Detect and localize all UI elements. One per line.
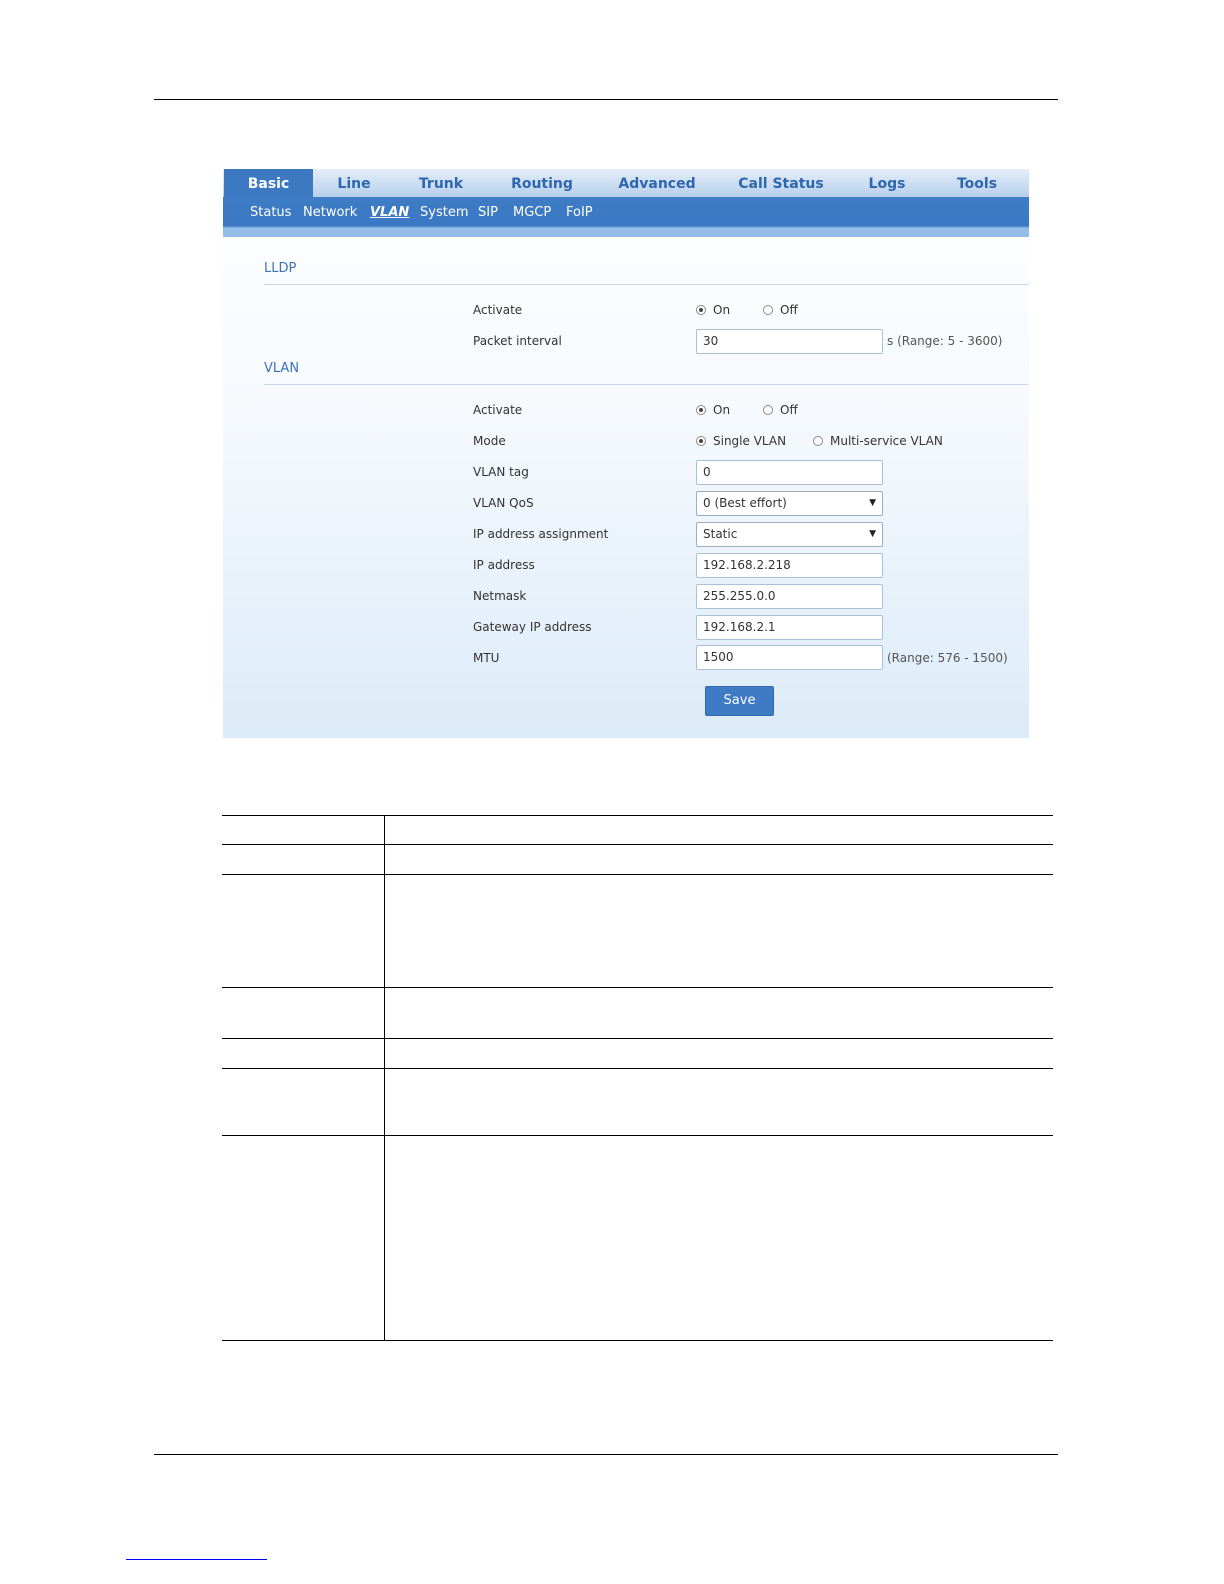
main-tab-bar: Basic Line Trunk Routing Advanced Call S…: [223, 169, 1029, 197]
table-rule: [222, 844, 1053, 845]
subtab-foip[interactable]: FoIP: [566, 205, 593, 220]
dropdown-arrow-icon: ▼: [869, 529, 876, 539]
tab-advanced[interactable]: Advanced: [611, 169, 703, 197]
vlan-activate-off-radio[interactable]: Off: [763, 403, 798, 417]
radio-unchecked-icon: [813, 436, 823, 446]
radio-checked-icon: [696, 405, 706, 415]
vlan-activate-label: Activate: [473, 403, 523, 417]
vlan-qos-select[interactable]: 0 (Best effort) ▼: [696, 491, 883, 516]
ip-assignment-select[interactable]: Static ▼: [696, 522, 883, 547]
radio-unchecked-icon: [763, 305, 773, 315]
page-header-rule: [154, 99, 1058, 100]
lldp-activate-off-radio[interactable]: Off: [763, 303, 798, 317]
tab-routing[interactable]: Routing: [501, 169, 583, 197]
subtab-status[interactable]: Status: [250, 205, 291, 220]
packet-interval-input[interactable]: 30: [696, 329, 883, 354]
lldp-activate-label: Activate: [473, 303, 523, 317]
save-button[interactable]: Save: [705, 686, 774, 716]
lldp-section-divider: [264, 284, 1029, 285]
vlan-settings-screenshot: Basic Line Trunk Routing Advanced Call S…: [223, 169, 1029, 738]
footer-link-underline[interactable]: [126, 1559, 267, 1560]
table-rule: [222, 1038, 1053, 1039]
gateway-ip-input[interactable]: 192.168.2.1: [696, 615, 883, 640]
subtab-vlan[interactable]: VLAN: [370, 205, 409, 220]
table-rule: [222, 1135, 1053, 1136]
mtu-range-hint: (Range: 576 - 1500): [887, 651, 1008, 665]
vlan-activate-on-radio[interactable]: On: [696, 403, 730, 417]
table-rule: [222, 815, 1053, 816]
mode-multi-service-vlan-radio[interactable]: Multi-service VLAN: [813, 434, 943, 448]
ip-address-input[interactable]: 192.168.2.218: [696, 553, 883, 578]
radio-unchecked-icon: [763, 405, 773, 415]
vlan-section-title: VLAN: [264, 361, 300, 376]
netmask-label: Netmask: [473, 589, 527, 603]
tab-basic[interactable]: Basic: [224, 169, 313, 197]
ip-assignment-label: IP address assignment: [473, 527, 609, 541]
table-rule: [222, 987, 1053, 988]
parameter-description-table: [222, 815, 1053, 1341]
radio-checked-icon: [696, 436, 706, 446]
lldp-activate-on-radio[interactable]: On: [696, 303, 730, 317]
gateway-ip-label: Gateway IP address: [473, 620, 592, 634]
page-footer-rule: [154, 1454, 1058, 1455]
tab-tools[interactable]: Tools: [945, 169, 1009, 197]
subtab-network[interactable]: Network: [303, 205, 357, 220]
table-rule: [222, 874, 1053, 875]
packet-interval-range-hint: s (Range: 5 - 3600): [887, 334, 1003, 348]
tab-logs[interactable]: Logs: [857, 169, 917, 197]
table-rule: [222, 1340, 1053, 1341]
mtu-label: MTU: [473, 651, 500, 665]
ip-address-label: IP address: [473, 558, 535, 572]
subtab-mgcp[interactable]: MGCP: [513, 205, 551, 220]
dropdown-arrow-icon: ▼: [869, 498, 876, 508]
mode-single-vlan-radio[interactable]: Single VLAN: [696, 434, 786, 448]
tab-line[interactable]: Line: [319, 169, 389, 197]
radio-checked-icon: [696, 305, 706, 315]
subtab-sip[interactable]: SIP: [478, 205, 498, 220]
vlan-tag-label: VLAN tag: [473, 465, 529, 479]
tab-trunk[interactable]: Trunk: [406, 169, 476, 197]
table-rule: [222, 1068, 1053, 1069]
sub-tab-bar: Status Network VLAN System SIP MGCP FoIP: [223, 197, 1029, 237]
vlan-section-divider: [264, 384, 1029, 385]
vlan-qos-label: VLAN QoS: [473, 496, 534, 510]
vlan-mode-label: Mode: [473, 434, 506, 448]
mtu-input[interactable]: 1500: [696, 645, 883, 670]
lldp-section-title: LLDP: [264, 261, 297, 276]
subtab-system[interactable]: System: [420, 205, 468, 220]
netmask-input[interactable]: 255.255.0.0: [696, 584, 883, 609]
tab-call-status[interactable]: Call Status: [729, 169, 833, 197]
vlan-tag-input[interactable]: 0: [696, 460, 883, 485]
packet-interval-label: Packet interval: [473, 334, 562, 348]
table-column-divider: [384, 815, 385, 1341]
